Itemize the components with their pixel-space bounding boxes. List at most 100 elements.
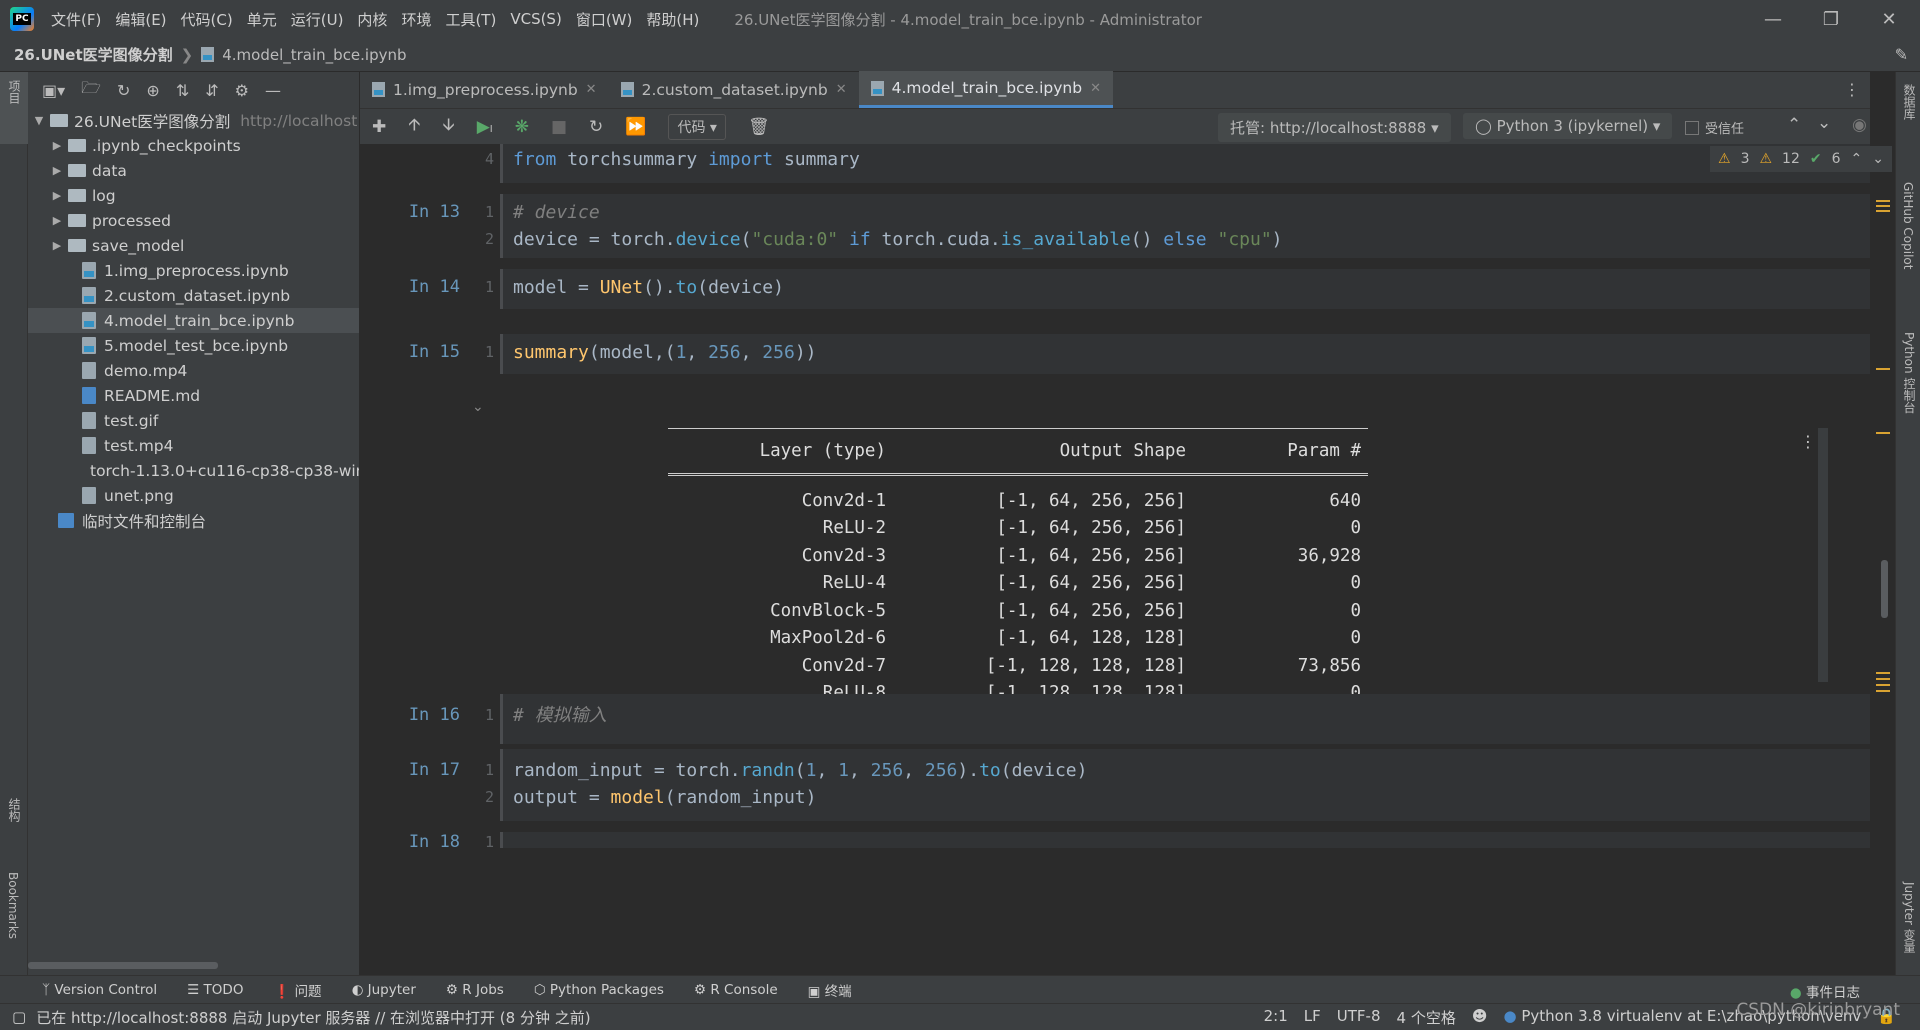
chevron-up-icon[interactable]: ⌃ — [1851, 151, 1863, 167]
tree-scratches[interactable]: 临时文件和控制台 — [28, 508, 359, 533]
output-scrollbar[interactable] — [1818, 428, 1828, 682]
menu-environment[interactable]: 环境 — [394, 9, 438, 30]
menu-vcs[interactable]: VCS(S) — [503, 10, 568, 28]
stripe-marker[interactable] — [1876, 368, 1890, 370]
arrow-up-icon[interactable]: ⌃ — [1787, 115, 1801, 135]
tree-folder[interactable]: ▶ log — [28, 183, 359, 208]
hide-panel-icon[interactable]: — — [265, 81, 281, 100]
jupyter-host-select[interactable]: 托管: http://localhost:8888 ▾ — [1218, 113, 1451, 142]
tree-file[interactable]: torch-1.13.0+cu116-cp38-cp38-win — [28, 458, 359, 483]
globe-icon[interactable]: ◉ — [1852, 115, 1867, 135]
trash-icon[interactable]: 🗑 — [748, 117, 770, 137]
collapse-all-icon[interactable]: ⇵ — [205, 81, 218, 100]
stripe-marker[interactable] — [1876, 678, 1890, 680]
tab-custom-dataset[interactable]: 2.custom_dataset.ipynb ✕ — [609, 71, 859, 108]
view-options-icon[interactable]: ▣▾ — [42, 81, 65, 100]
tree-folder[interactable]: ▶ data — [28, 158, 359, 183]
menu-cell[interactable]: 单元 — [240, 9, 284, 30]
jupyter-variables-tool-label[interactable]: Jupyter 变量 — [1901, 882, 1918, 953]
python-console-tool-label[interactable]: Python 控制台 — [1901, 332, 1918, 413]
line-separator[interactable]: LF — [1304, 1007, 1321, 1028]
editor-scrollbar[interactable] — [1881, 560, 1888, 618]
new-folder-icon[interactable]: 🗁 — [81, 77, 101, 104]
tab-img-preprocess[interactable]: 1.img_preprocess.ipynb ✕ — [360, 71, 609, 108]
tool-tab-r-jobs[interactable]: ⚙ R Jobs — [446, 982, 504, 998]
cell-type-select[interactable]: 代码 ▾ — [668, 113, 726, 140]
caret-position[interactable]: 2:1 — [1264, 1007, 1288, 1028]
tree-file[interactable]: README.md — [28, 383, 359, 408]
event-log-button[interactable]: ● 事件日志 — [1790, 981, 1860, 1001]
run-all-icon[interactable]: ⏩ — [625, 117, 646, 137]
tree-file[interactable]: 2.custom_dataset.ipynb — [28, 283, 359, 308]
tree-file[interactable]: 1.img_preprocess.ipynb — [28, 258, 359, 283]
bookmarks-tool-label[interactable]: Bookmarks — [6, 872, 20, 939]
copilot-tool-label[interactable]: GitHub Copilot — [1901, 182, 1915, 269]
tree-file[interactable]: unet.png — [28, 483, 359, 508]
indent-setting[interactable]: 4 个空格 — [1397, 1007, 1456, 1028]
chevron-right-icon[interactable]: ▶ — [50, 139, 64, 152]
tool-tab-version-control[interactable]: ᛉ Version Control — [42, 982, 157, 998]
code-editor[interactable]: random_input = torch.randn(1, 1, 256, 25… — [500, 749, 1870, 821]
arrow-down-icon[interactable]: ⌄ — [1817, 113, 1831, 133]
tool-tab-python-packages[interactable]: ⬡ Python Packages — [534, 982, 664, 998]
breadcrumb-project[interactable]: 26.UNet医学图像分割 — [14, 44, 173, 65]
stripe-marker[interactable] — [1876, 210, 1890, 212]
chevron-right-icon[interactable]: ▶ — [50, 214, 64, 227]
run-cell-icon[interactable]: ▶I — [477, 117, 493, 137]
locate-icon[interactable]: ⊕ — [146, 81, 159, 100]
stripe-marker[interactable] — [1876, 205, 1890, 207]
status-message[interactable]: 已在 http://localhost:8888 启动 Jupyter 服务器 … — [36, 1007, 590, 1028]
breadcrumb-file[interactable]: 4.model_train_bce.ipynb — [222, 46, 406, 64]
kernel-select[interactable]: ◯ Python 3 (ipykernel) ▾ — [1463, 113, 1673, 139]
tree-file[interactable]: 5.model_test_bce.ipynb — [28, 333, 359, 358]
menu-run[interactable]: 运行(U) — [284, 9, 351, 30]
menu-tools[interactable]: 工具(T) — [438, 9, 503, 30]
close-icon[interactable]: ✕ — [586, 82, 597, 97]
gear-icon[interactable]: ⚙ — [235, 81, 249, 100]
restore-button[interactable]: ❐ — [1802, 0, 1860, 38]
menu-help[interactable]: 帮助(H) — [639, 9, 706, 30]
chevron-right-icon[interactable]: ▶ — [50, 189, 64, 202]
add-cell-icon[interactable]: ✚ — [372, 117, 386, 137]
project-horizontal-scrollbar[interactable] — [28, 962, 218, 969]
project-tool-tab[interactable]: 项目 — [0, 72, 28, 144]
tree-file-selected[interactable]: 4.model_train_bce.ipynb — [28, 308, 359, 333]
tree-file[interactable]: test.gif — [28, 408, 359, 433]
more-vertical-icon[interactable]: ⋮ — [1844, 80, 1860, 99]
close-icon[interactable]: ✕ — [1090, 81, 1101, 96]
menu-edit[interactable]: 编辑(E) — [108, 9, 173, 30]
restart-kernel-icon[interactable]: ↻ — [589, 117, 603, 137]
chevron-down-icon[interactable]: ▼ — [32, 114, 46, 127]
code-editor[interactable]: # device device = torch.device("cuda:0" … — [500, 194, 1870, 258]
code-editor[interactable]: model = UNet().to(device) — [500, 269, 1870, 309]
debug-icon[interactable]: ❋ — [515, 117, 529, 137]
sync-icon[interactable]: ↻ — [117, 81, 130, 100]
minimize-button[interactable]: — — [1744, 0, 1802, 38]
menu-code[interactable]: 代码(C) — [174, 9, 240, 30]
trust-toggle[interactable]: 受信任 — [1685, 118, 1744, 137]
tab-model-train-bce[interactable]: 4.model_train_bce.ipynb ✕ — [858, 71, 1113, 108]
inspection-widget[interactable]: ⚠ 3 ⚠ 12 ✔ 6 ⌃ ⌄ — [1710, 146, 1892, 172]
chevron-right-icon[interactable]: ▶ — [50, 239, 64, 252]
move-up-icon[interactable]: 🡩 — [408, 112, 420, 141]
code-editor[interactable]: summary(model,(1, 256, 256)) — [500, 334, 1870, 374]
tree-file[interactable]: demo.mp4 — [28, 358, 359, 383]
tool-tab-r-console[interactable]: ⚙ R Console — [694, 982, 778, 998]
stop-icon[interactable]: ■ — [551, 117, 567, 137]
tree-folder[interactable]: ▶ save_model — [28, 233, 359, 258]
chevron-right-icon[interactable]: ▶ — [50, 164, 64, 177]
close-icon[interactable]: ✕ — [836, 82, 847, 97]
tree-folder[interactable]: ▶ processed — [28, 208, 359, 233]
stripe-marker[interactable] — [1876, 684, 1890, 686]
code-cell[interactable]: In 18 1 — [360, 832, 1870, 848]
stripe-marker[interactable] — [1876, 690, 1890, 692]
tool-tab-terminal[interactable]: ▣ 终端 — [808, 980, 852, 1000]
structure-tool-label[interactable]: 结构 — [6, 798, 23, 822]
database-tool-label[interactable]: 数据库 — [1901, 84, 1918, 120]
stripe-marker[interactable] — [1876, 200, 1890, 202]
menu-window[interactable]: 窗口(W) — [569, 9, 640, 30]
status-panel-icon[interactable]: ▢ — [12, 1008, 26, 1026]
tree-file[interactable]: test.mp4 — [28, 433, 359, 458]
move-down-icon[interactable]: 🡫 — [442, 112, 454, 141]
tool-tab-problems[interactable]: ❗ 问题 — [273, 980, 321, 1000]
